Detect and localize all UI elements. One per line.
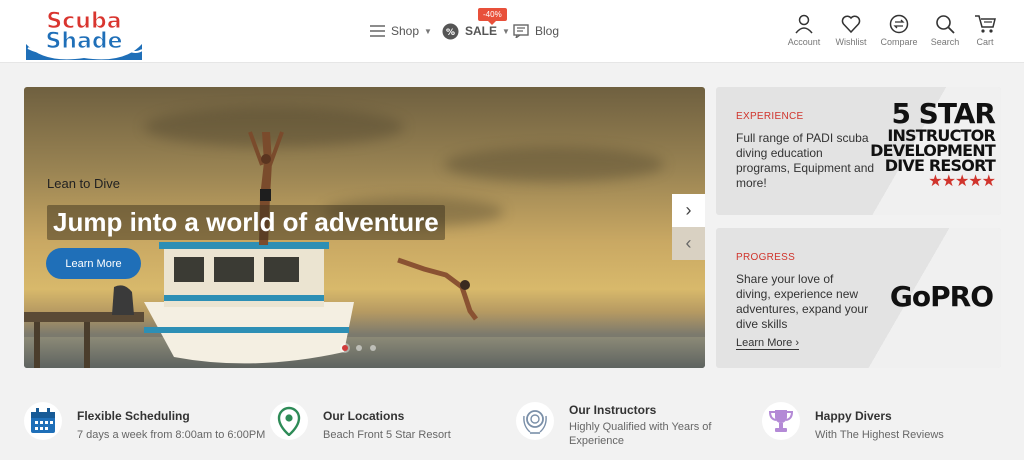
feature-text: With The Highest Reviews (815, 429, 944, 441)
blog-icon (513, 24, 529, 38)
hero-slider[interactable]: Lean to Dive Jump into a world of advent… (24, 87, 705, 368)
badge-line-1: 5 STAR (891, 97, 996, 130)
svg-text:%: % (446, 28, 455, 38)
compare-icon (889, 14, 909, 34)
slider-dot-2[interactable] (356, 345, 362, 351)
promo-text: Full range of PADI scuba diving educatio… (736, 131, 875, 190)
hero-title: Jump into a world of adventure (47, 205, 445, 240)
trophy-icon (762, 402, 800, 440)
chevron-right-icon: › (795, 337, 799, 349)
map-pin-icon (270, 402, 308, 440)
site-header: Scuba Shade Shop ▼ % SALE ▼ -40% Blog Ac… (0, 0, 1024, 63)
gopro-logo: GoPRO (889, 280, 994, 313)
nav-sale-label: SALE (465, 24, 498, 38)
nav-blog-label: Blog (535, 24, 560, 38)
feature-title: Happy Divers (815, 409, 892, 423)
hero-learn-more-button[interactable]: Learn More (46, 248, 141, 279)
feature-our-instructors: Our Instructors Highly Qualified with Ye… (516, 402, 746, 452)
feature-our-locations: Our Locations Beach Front 5 Star Resort (270, 402, 490, 452)
feature-flexible-scheduling: Flexible Scheduling 7 days a week from 8… (24, 402, 265, 452)
promo-card-experience[interactable]: EXPERIENCE Full range of PADI scuba divi… (716, 87, 1001, 215)
sale-discount-badge: -40% (478, 8, 507, 25)
slider-prev-button[interactable]: ‹ (672, 227, 705, 260)
cart-label: Cart (976, 37, 994, 47)
calendar-icon (24, 402, 62, 440)
heart-icon (841, 15, 861, 34)
slider-dot-1[interactable] (342, 345, 348, 351)
nav-shop-label: Shop (391, 24, 420, 38)
compare-button[interactable]: Compare (874, 14, 924, 47)
search-label: Search (930, 37, 960, 47)
feature-text: 7 days a week from 8:00am to 6:00PM (77, 429, 266, 441)
feature-happy-divers: Happy Divers With The Highest Reviews (762, 402, 982, 452)
user-icon (795, 14, 813, 34)
promo-learn-more-link[interactable]: Learn More › (736, 337, 799, 350)
award-icon (516, 402, 554, 440)
chevron-left-icon: ‹ (685, 233, 692, 253)
promo-tag: PROGRESS (736, 252, 796, 263)
compare-label: Compare (880, 37, 918, 47)
learn-more-label: Learn More (736, 337, 793, 349)
cart-icon (975, 15, 996, 33)
menu-icon (370, 25, 385, 37)
cart-button[interactable]: Cart (960, 14, 1010, 47)
account-label: Account (787, 37, 821, 47)
chevron-down-icon: ▼ (424, 26, 432, 36)
percent-tag-icon: % (442, 23, 459, 39)
account-button[interactable]: Account (779, 14, 829, 47)
nav-shop[interactable]: Shop ▼ (370, 20, 432, 42)
feature-text: Beach Front 5 Star Resort (323, 429, 451, 441)
feature-text: Highly Qualified with Years of Experienc… (569, 421, 712, 447)
nav-sale[interactable]: % SALE ▼ (442, 20, 510, 42)
wishlist-button[interactable]: Wishlist (826, 14, 876, 47)
promo-text: Share your love of diving, experience ne… (736, 272, 869, 331)
slider-next-button[interactable]: › (672, 194, 705, 227)
five-star-badge: 5 STAR INSTRUCTOR DEVELOPMENT DIVE RESOR… (870, 97, 996, 191)
slider-dot-3[interactable] (370, 345, 376, 351)
svg-text:Shade: Shade (45, 29, 122, 54)
hero-subtitle: Lean to Dive (47, 176, 120, 191)
nav-blog[interactable]: Blog (513, 20, 559, 42)
chevron-down-icon: ▼ (502, 26, 510, 36)
scuba-shade-logo[interactable]: Scuba Shade (24, 4, 144, 60)
feature-title: Our Locations (323, 409, 405, 423)
feature-title: Flexible Scheduling (77, 409, 190, 423)
slider-pagination (342, 345, 376, 351)
feature-title: Our Instructors (569, 403, 657, 417)
star-rating-icon: ★★★★★ (928, 171, 996, 191)
promo-tag: EXPERIENCE (736, 111, 804, 122)
wishlist-label: Wishlist (835, 37, 867, 47)
chevron-right-icon: › (685, 200, 692, 220)
search-icon (936, 15, 955, 34)
promo-card-progress[interactable]: PROGRESS Share your love of diving, expe… (716, 228, 1001, 368)
